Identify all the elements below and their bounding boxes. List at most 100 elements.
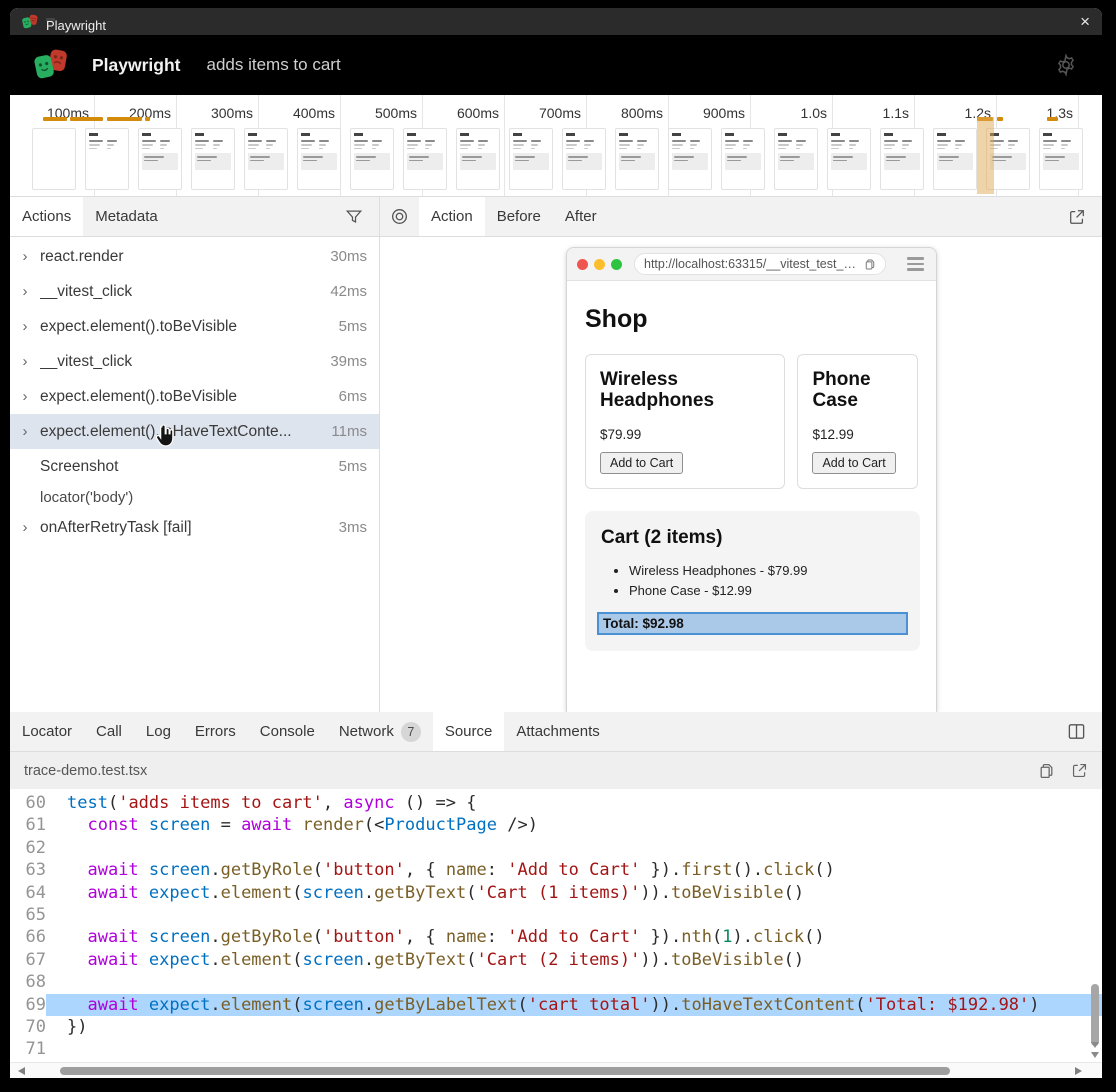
thumb-mini-cart: [407, 153, 443, 170]
tab-locator[interactable]: Locator: [10, 712, 84, 751]
filmstrip-thumbnail[interactable]: [827, 128, 871, 190]
filmstrip-thumbnail[interactable]: [244, 128, 288, 190]
vertical-scrollbar[interactable]: [1088, 789, 1102, 1062]
settings-gear-icon[interactable]: [1054, 53, 1078, 77]
tab-source[interactable]: Source: [433, 712, 505, 751]
code-line[interactable]: 70}): [10, 1016, 1102, 1038]
filmstrip-thumbnail[interactable]: [297, 128, 341, 190]
copy-source-icon[interactable]: [1038, 762, 1055, 780]
trace-viewer-window: Playwright Trace Viewer × Playwright add…: [10, 8, 1102, 1078]
filmstrip-thumbnail[interactable]: [615, 128, 659, 190]
code-line[interactable]: 71: [10, 1038, 1102, 1060]
tab-attachments[interactable]: Attachments: [504, 712, 611, 751]
tab-call[interactable]: Call: [84, 712, 134, 751]
filmstrip-thumbnail[interactable]: [191, 128, 235, 190]
pick-locator-target-icon[interactable]: [380, 197, 419, 236]
add-to-cart-button[interactable]: Add to Cart: [812, 452, 895, 474]
filmstrip-thumbnail[interactable]: [456, 128, 500, 190]
code-line[interactable]: 62: [10, 837, 1102, 859]
timeline-tick-label: 900ms: [703, 105, 750, 121]
filter-icon[interactable]: [335, 197, 373, 236]
tab-before[interactable]: Before: [485, 197, 553, 236]
code-line[interactable]: 69 await expect.element(screen.getByLabe…: [10, 994, 1102, 1016]
thumb-mini-title: [1043, 133, 1052, 136]
tab-action[interactable]: Action: [419, 197, 485, 236]
timeline-duration-mark: [107, 117, 142, 121]
thumb-mini-cart: [301, 153, 337, 170]
filmstrip-thumbnail[interactable]: [1039, 128, 1083, 190]
tab-label: Source: [445, 723, 493, 740]
code-line[interactable]: 66 await screen.getByRole('button', { na…: [10, 926, 1102, 948]
close-icon[interactable]: ×: [1080, 13, 1090, 30]
tab-metadata[interactable]: Metadata: [83, 197, 170, 236]
filmstrip-thumbnail[interactable]: [509, 128, 553, 190]
thumb-mini-cart: [195, 153, 231, 170]
add-to-cart-button[interactable]: Add to Cart: [600, 452, 683, 474]
timeline-tick-label: 400ms: [293, 105, 340, 121]
code-text: [46, 837, 1102, 859]
action-row[interactable]: ›onAfterRetryTask [fail]3ms: [10, 510, 379, 545]
tab-console[interactable]: Console: [248, 712, 327, 751]
code-line[interactable]: 67 await expect.element(screen.getByText…: [10, 949, 1102, 971]
thumb-mini-cart: [460, 153, 496, 170]
action-row[interactable]: ›__vitest_click39ms: [10, 344, 379, 379]
code-line[interactable]: 65: [10, 904, 1102, 926]
filmstrip-thumbnail[interactable]: [933, 128, 977, 190]
code-line[interactable]: 64 await expect.element(screen.getByText…: [10, 882, 1102, 904]
code-line[interactable]: 63 await screen.getByRole('button', { na…: [10, 859, 1102, 881]
filmstrip-thumbnail[interactable]: [880, 128, 924, 190]
filmstrip-thumbnail[interactable]: [138, 128, 182, 190]
snapshot-tab-bar: ActionBeforeAfter: [380, 197, 1102, 237]
title-bar: Playwright Trace Viewer ×: [10, 8, 1102, 35]
filmstrip-thumbnail[interactable]: [668, 128, 712, 190]
filmstrip-thumbnail[interactable]: [85, 128, 129, 190]
chevron-right-icon[interactable]: ›: [10, 318, 40, 335]
tab-after[interactable]: After: [553, 197, 609, 236]
action-row[interactable]: ›__vitest_click42ms: [10, 274, 379, 309]
action-row[interactable]: ›react.render30ms: [10, 239, 379, 274]
thumb-mini-cart: [619, 153, 655, 170]
chevron-right-icon[interactable]: ›: [10, 283, 40, 300]
filmstrip-thumbnail[interactable]: [403, 128, 447, 190]
chevron-right-icon[interactable]: ›: [10, 388, 40, 405]
action-row[interactable]: ›expect.element().toBeVisible5ms: [10, 309, 379, 344]
code-text: await expect.element(screen.getByText('C…: [46, 882, 1102, 904]
thumb-mini-title: [354, 133, 363, 136]
thumb-mini-cart: [725, 153, 761, 170]
chevron-right-icon[interactable]: ›: [10, 248, 40, 265]
tab-network[interactable]: Network7: [327, 712, 433, 751]
cart-item: Wireless Headphones - $79.99: [629, 561, 908, 581]
filmstrip-thumbnail[interactable]: [350, 128, 394, 190]
code-text: [46, 904, 1102, 926]
filmstrip-thumbnail[interactable]: [32, 128, 76, 190]
timeline-duration-mark: [70, 117, 103, 121]
filmstrip-thumbnail[interactable]: [721, 128, 765, 190]
address-bar[interactable]: http://localhost:63315/__vitest_test__/?…: [634, 253, 886, 275]
chevron-right-icon[interactable]: ›: [10, 519, 40, 536]
tab-log[interactable]: Log: [134, 712, 183, 751]
browser-menu-icon[interactable]: [907, 257, 926, 270]
open-source-external-icon[interactable]: [1071, 762, 1088, 779]
filmstrip-thumbnail[interactable]: [774, 128, 818, 190]
tab-errors[interactable]: Errors: [183, 712, 248, 751]
code-line[interactable]: 60test('adds items to cart', async () =>…: [10, 792, 1102, 814]
copy-url-icon[interactable]: [864, 258, 876, 271]
timeline[interactable]: 100ms200ms300ms400ms500ms600ms700ms800ms…: [10, 95, 1102, 197]
shop-heading: Shop: [585, 305, 918, 334]
action-row[interactable]: ›expect.element().toHaveTextConte...11ms: [10, 414, 379, 449]
thumb-mini-title: [460, 133, 469, 136]
code-line[interactable]: 61 const screen = await render(<ProductP…: [10, 814, 1102, 836]
open-snapshot-external-icon[interactable]: [1058, 197, 1096, 236]
chevron-right-icon[interactable]: ›: [10, 423, 40, 440]
split-columns-icon[interactable]: [1057, 712, 1096, 751]
thumb-mini-cart: [248, 153, 284, 170]
code-line[interactable]: 68: [10, 971, 1102, 993]
action-row[interactable]: ›expect.element().toBeVisible6ms: [10, 379, 379, 414]
actions-panel: ActionsMetadata ›react.render30ms›__vite…: [10, 197, 380, 712]
action-duration: 30ms: [330, 248, 379, 265]
horizontal-scrollbar[interactable]: [10, 1062, 1102, 1078]
tab-actions[interactable]: Actions: [10, 197, 83, 236]
filmstrip-thumbnail[interactable]: [562, 128, 606, 190]
chevron-right-icon[interactable]: ›: [10, 353, 40, 370]
action-row[interactable]: Screenshot5ms: [10, 449, 379, 484]
